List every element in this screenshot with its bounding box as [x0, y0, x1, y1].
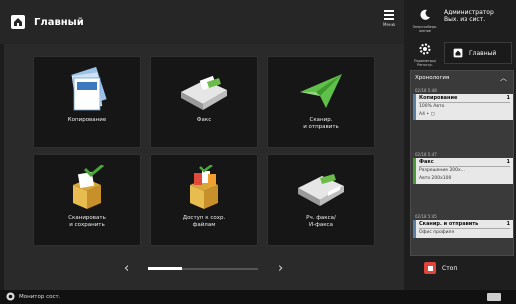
energy-saver-label: Энергосбере-жение: [412, 25, 438, 33]
status-monitor-label: Монитор сост.: [19, 293, 61, 300]
settings-register-button[interactable]: Параметры/ Регистр.: [410, 40, 440, 67]
page-thumb: [148, 267, 182, 270]
tile-scan-send[interactable]: Сканир. и отправить: [267, 56, 375, 148]
right-panel: Энергосбере-жение Администратор Вых. из …: [404, 0, 516, 290]
admin-logout-button[interactable]: Администратор Вых. из сист.: [444, 9, 514, 23]
history-header[interactable]: Хронология ︿: [411, 71, 513, 85]
tile-label: Сканировать и сохранить: [68, 215, 106, 228]
chevron-up-icon[interactable]: ︿: [500, 71, 507, 85]
tile-label: Факс: [196, 117, 212, 123]
paper-plane-icon: [268, 65, 374, 115]
menu-button[interactable]: Меню: [376, 8, 402, 40]
page-indicator: ‹ ›: [124, 260, 294, 278]
job-detail: Разрешение 200x...: [419, 168, 465, 173]
history-job[interactable]: 02/18 5:48 Копирование 1 100% Авто A4 • …: [413, 87, 513, 120]
status-bar: Монитор сост.: [0, 290, 516, 304]
scan-store-icon: [34, 163, 140, 213]
logout-label: Вых. из сист.: [444, 16, 486, 23]
job-card: Факс 1 Разрешение 200x... Авто 200x100: [413, 158, 513, 184]
history-job[interactable]: 02/18 5:47 Факс 1 Разрешение 200x... Авт…: [413, 151, 513, 184]
tile-access-stored-files[interactable]: Доступ к сохр. файлам: [150, 154, 258, 246]
tile-scan-store[interactable]: Сканировать и сохранить: [33, 154, 141, 246]
stop-icon: [424, 262, 436, 274]
tile-copy[interactable]: Копирование: [33, 56, 141, 148]
top-bar: Главный Меню: [0, 0, 404, 44]
menu-label: Меню: [383, 22, 395, 27]
fax-inbox-icon: [268, 163, 374, 213]
job-title: Сканир. и отправить: [419, 221, 479, 227]
history-title: Хронология: [415, 75, 450, 81]
job-time: 02/18 5:47: [415, 152, 437, 157]
copy-icon: [34, 65, 140, 115]
home-title: Главный: [10, 12, 84, 32]
page-title: Главный: [34, 16, 84, 28]
moon-icon: [420, 9, 430, 20]
admin-name: Администратор: [444, 9, 494, 16]
history-job[interactable]: 02/18 5:45 Сканир. и отправить 1 Офис пр…: [413, 213, 513, 238]
energy-saver-button[interactable]: Энергосбере-жение: [410, 6, 440, 33]
chevron-right-icon[interactable]: ›: [278, 260, 283, 278]
tile-label: Сканир. и отправить: [303, 117, 339, 130]
job-detail: Офис профиля: [419, 230, 455, 235]
home-button-label: Главный: [469, 49, 497, 57]
gear-icon: [419, 43, 431, 55]
job-title: Копирование: [419, 95, 458, 101]
job-count: 1: [506, 221, 510, 227]
keyboard-icon[interactable]: [487, 293, 501, 301]
job-count: 1: [506, 159, 510, 165]
tile-fax-ifax-inbox[interactable]: Рч. факса/ И-факса: [267, 154, 375, 246]
job-time: 02/18 5:48: [415, 88, 437, 93]
job-card: Сканир. и отправить 1 Офис профиля: [413, 220, 513, 238]
printer-panel: Главный Меню Копирование Факс Сканир. и …: [0, 0, 516, 304]
job-detail: A4 • ▢: [419, 112, 435, 117]
job-time: 02/18 5:45: [415, 214, 437, 219]
stored-files-icon: [151, 163, 257, 213]
fax-icon: [151, 65, 257, 115]
tile-label: Копирование: [67, 117, 107, 123]
job-title: Факс: [419, 159, 434, 165]
menu-icon: [384, 10, 394, 20]
tile-fax[interactable]: Факс: [150, 56, 258, 148]
stop-button[interactable]: Стоп: [424, 262, 457, 274]
chevron-left-icon[interactable]: ‹: [124, 260, 129, 278]
tile-label: Доступ к сохр. файлам: [182, 215, 226, 228]
stop-label: Стоп: [442, 264, 458, 272]
job-detail: Авто 200x100: [419, 176, 452, 181]
history-panel[interactable]: Хронология ︿ 02/18 5:48 Копирование 1 10…: [410, 70, 514, 256]
home-button[interactable]: Главный: [444, 42, 512, 64]
tile-label: Рч. факса/ И-факса: [306, 215, 336, 228]
main-menu: Копирование Факс Сканир. и отправить Ска…: [4, 44, 404, 290]
settings-label: Параметры/ Регистр.: [413, 59, 437, 67]
home-icon: [11, 15, 25, 29]
status-monitor-icon: [6, 292, 15, 301]
status-monitor-button[interactable]: Монитор сост.: [6, 292, 60, 301]
home-icon: [453, 48, 463, 58]
job-detail: 100% Авто: [419, 104, 445, 109]
job-count: 1: [506, 95, 510, 101]
job-card: Копирование 1 100% Авто A4 • ▢: [413, 94, 513, 120]
